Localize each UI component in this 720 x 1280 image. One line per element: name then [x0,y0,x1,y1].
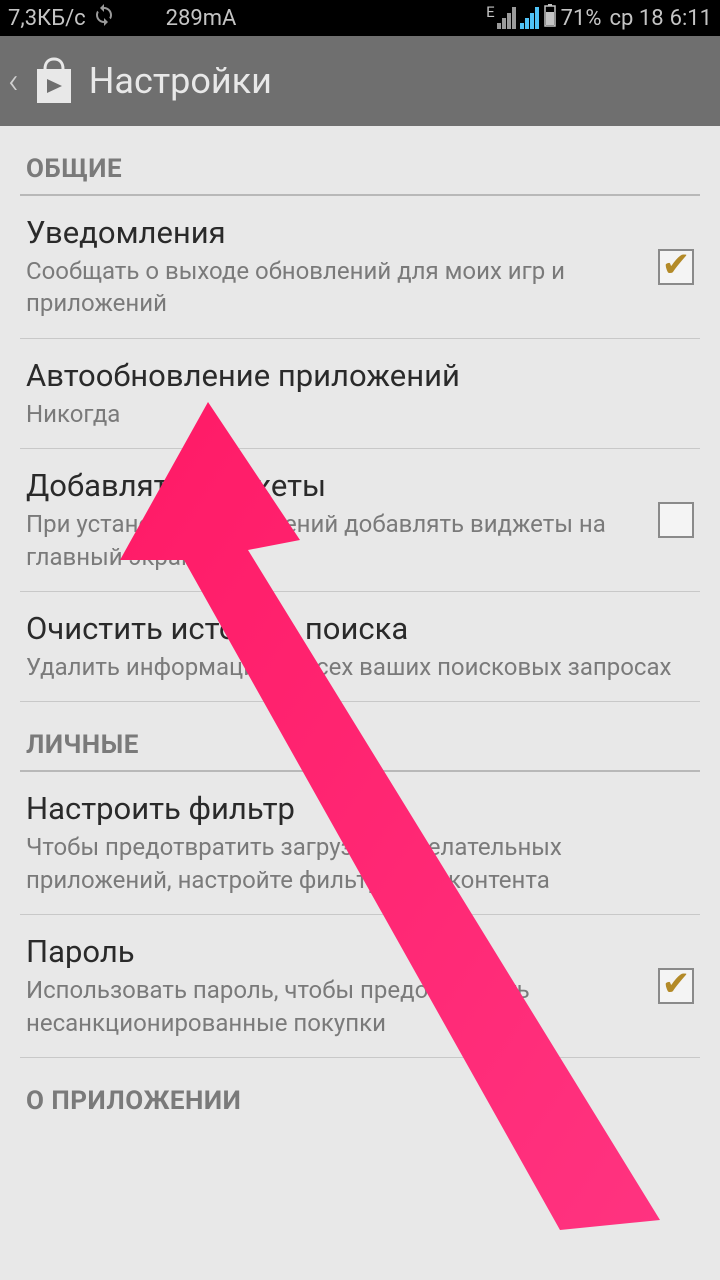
setting-title: Автообновление приложений [26,357,694,394]
battery-percent: 71% [561,6,602,31]
setting-sub: Использовать пароль, чтобы предотвратить… [26,974,640,1039]
setting-title: Настроить фильтр [26,790,694,827]
notifications-checkbox[interactable]: ✔ [658,249,694,285]
battery-icon [543,3,557,33]
signal-icon-2 [520,7,539,29]
status-date: ср 18 [610,6,664,31]
setting-filter[interactable]: Настроить фильтр Чтобы предотвратить заг… [20,772,700,915]
setting-sub: Удалить информацию о всех ваших поисковы… [26,651,694,683]
setting-password[interactable]: Пароль Использовать пароль, чтобы предот… [20,915,700,1058]
setting-sub: При установке приложений добавлять видже… [26,508,640,573]
status-time: 6:11 [670,6,712,31]
setting-title: Пароль [26,933,640,970]
setting-autoupdate[interactable]: Автообновление приложений Никогда [20,339,700,449]
setting-title: Добавлять виджеты [26,467,640,504]
app-bar: ‹ Настройки [0,36,720,126]
setting-title: Очистить историю поиска [26,610,694,647]
section-personal: ЛИЧНЫЕ [20,702,700,772]
back-icon[interactable]: ‹ [8,60,19,102]
setting-sub: Чтобы предотвратить загрузку нежелательн… [26,831,694,896]
current-draw: 289mA [166,6,237,31]
page-title: Настройки [89,60,272,102]
settings-list: ОБЩИЕ Уведомления Сообщать о выходе обно… [0,126,720,1120]
play-store-icon[interactable] [33,57,75,105]
signal-icon-1 [497,7,516,29]
password-checkbox[interactable]: ✔ [658,968,694,1004]
setting-notifications[interactable]: Уведомления Сообщать о выходе обновлений… [20,196,700,339]
edge-indicator: E [486,3,495,21]
setting-clear-history[interactable]: Очистить историю поиска Удалить информац… [20,592,700,702]
check-icon: ✔ [662,248,691,282]
widgets-checkbox[interactable] [658,502,694,538]
setting-sub: Никогда [26,398,694,430]
network-speed: 7,3КБ/с [8,6,86,31]
check-icon: ✔ [662,967,691,1001]
sync-icon [92,3,116,33]
section-general: ОБЩИЕ [20,126,700,196]
section-about: О ПРИЛОЖЕНИИ [20,1058,700,1120]
status-bar: 7,3КБ/с 289mA E 71% ср 18 6:11 [0,0,720,36]
setting-title: Уведомления [26,214,640,251]
setting-sub: Сообщать о выходе обновлений для моих иг… [26,255,640,320]
setting-widgets[interactable]: Добавлять виджеты При установке приложен… [20,449,700,592]
